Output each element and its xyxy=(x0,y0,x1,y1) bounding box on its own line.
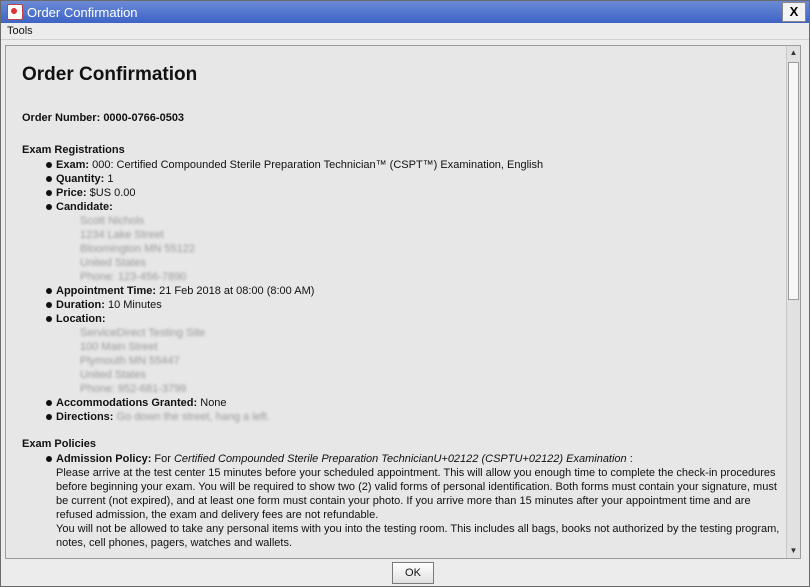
list-item-quantity: Quantity: 1 xyxy=(46,172,782,186)
appointment-label: Appointment Time: xyxy=(56,285,157,297)
ok-button[interactable]: OK xyxy=(392,562,434,584)
exam-label: Exam: xyxy=(56,159,90,171)
scrollbar-thumb[interactable] xyxy=(788,62,799,300)
directions-value: Go down the street, hang a left. xyxy=(116,411,271,423)
list-item-location: Location: ServiceDirect Testing Site 100… xyxy=(46,312,782,396)
exam-policies-list: Admission Policy: For Certified Compound… xyxy=(22,452,782,550)
candidate-address: Scott Nichols 1234 Lake Street Bloomingt… xyxy=(56,214,782,284)
menu-bar: Tools xyxy=(1,23,809,40)
page-heading: Order Confirmation xyxy=(22,64,198,85)
accommodations-label: Accommodations Granted: xyxy=(56,397,198,409)
duration-value: 10 Minutes xyxy=(107,299,162,311)
scroll-down-arrow-icon[interactable]: ▼ xyxy=(787,544,800,558)
accommodations-value: None xyxy=(200,397,227,409)
exam-registrations-list: Exam: 000: Certified Compounded Sterile … xyxy=(22,158,782,424)
candidate-line: United States xyxy=(80,257,147,269)
list-item-directions: Directions: Go down the street, hang a l… xyxy=(46,410,782,424)
quantity-value: 1 xyxy=(107,173,114,185)
location-label: Location: xyxy=(56,313,106,325)
exam-value: 000: Certified Compounded Sterile Prepar… xyxy=(92,159,544,171)
admission-policy-label: Admission Policy: xyxy=(56,453,152,465)
duration-label: Duration: xyxy=(56,299,105,311)
quantity-label: Quantity: xyxy=(56,173,105,185)
order-number: Order Number: 0000-0766-0503 xyxy=(22,112,782,124)
policy-paragraph: Please arrive at the test center 15 minu… xyxy=(56,467,777,521)
exam-registrations-title: Exam Registrations xyxy=(22,144,125,156)
menu-tools[interactable]: Tools xyxy=(7,25,33,37)
java-app-icon xyxy=(7,4,23,20)
order-confirmation-window: Order Confirmation X Tools Order Confirm… xyxy=(0,0,810,587)
list-item-exam: Exam: 000: Certified Compounded Sterile … xyxy=(46,158,782,172)
candidate-line: Bloomington MN 55122 xyxy=(80,243,195,255)
title-bar: Order Confirmation X xyxy=(1,1,809,23)
list-item-duration: Duration: 10 Minutes xyxy=(46,298,782,312)
policy-paragraph: You will not be allowed to take any pers… xyxy=(56,523,780,549)
list-item-admission-policy: Admission Policy: For Certified Compound… xyxy=(46,452,782,550)
location-address: ServiceDirect Testing Site 100 Main Stre… xyxy=(56,326,782,396)
admission-exam-name: Certified Compounded Sterile Preparation… xyxy=(173,453,627,465)
scroll-up-arrow-icon[interactable]: ▲ xyxy=(787,46,800,60)
list-item-appointment: Appointment Time: 21 Feb 2018 at 08:00 (… xyxy=(46,284,782,298)
exam-policies-title: Exam Policies xyxy=(22,438,96,450)
candidate-label: Candidate: xyxy=(56,201,113,213)
price-value: $US 0.00 xyxy=(89,187,136,199)
candidate-line: Phone: 123-456-7890 xyxy=(80,271,187,283)
location-line: ServiceDirect Testing Site xyxy=(80,327,206,339)
location-line: Phone: 952-681-3799 xyxy=(80,383,187,395)
list-item-accommodations: Accommodations Granted: None xyxy=(46,396,782,410)
appointment-value: 21 Feb 2018 at 08:00 (8:00 AM) xyxy=(159,285,315,297)
dialog-footer: OK xyxy=(1,558,809,586)
confirmation-content[interactable]: Order Confirmation Order Number: 0000-07… xyxy=(5,45,801,559)
window-title: Order Confirmation xyxy=(27,4,138,20)
location-line: Plymouth MN 55447 xyxy=(80,355,180,367)
order-number-value: 0000-0766-0503 xyxy=(103,112,185,124)
close-button[interactable]: X xyxy=(782,2,806,22)
list-item-candidate: Candidate: Scott Nichols 1234 Lake Stree… xyxy=(46,200,782,284)
vertical-scrollbar[interactable]: ▲ ▼ xyxy=(786,46,800,558)
location-line: United States xyxy=(80,369,147,381)
price-label: Price: xyxy=(56,187,87,199)
admission-colon: : xyxy=(629,453,633,465)
directions-label: Directions: xyxy=(56,411,114,423)
admission-for: For xyxy=(154,453,171,465)
candidate-line: Scott Nichols xyxy=(80,215,145,227)
candidate-line: 1234 Lake Street xyxy=(80,229,164,241)
location-line: 100 Main Street xyxy=(80,341,158,353)
order-number-label: Order Number: xyxy=(22,112,101,124)
list-item-price: Price: $US 0.00 xyxy=(46,186,782,200)
